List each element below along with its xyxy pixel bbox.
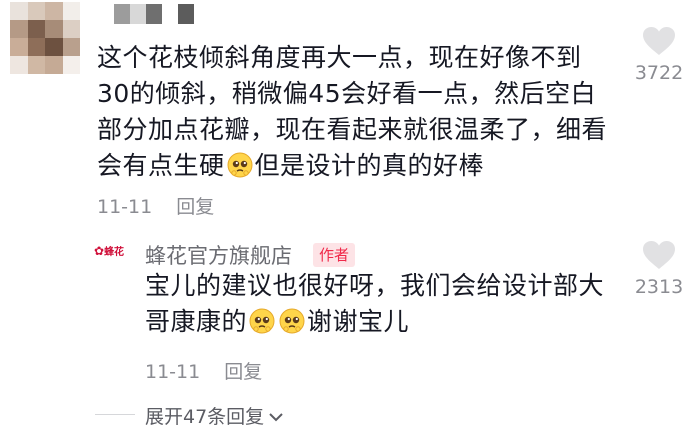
comment-1-date: 11-11 — [97, 196, 153, 218]
brand-avatar-logo[interactable]: ✿蜂花 — [94, 243, 132, 263]
comment-2-line-2-start: 哥康康的 — [145, 307, 248, 336]
brand-logo-text: 蜂花 — [104, 247, 125, 258]
pleading-face-emoji-icon — [249, 308, 275, 334]
expand-replies-button[interactable]: 展开47条回复 — [145, 402, 284, 429]
comment-2-date: 11-11 — [145, 361, 201, 383]
pleading-face-emoji-icon — [227, 152, 253, 178]
comment-2-line-2-end: 谢谢宝儿 — [307, 307, 410, 336]
avatar-pixelated[interactable] — [10, 2, 80, 74]
comment-1-line-4: 会有点生硬 但是设计的真的好棒 — [97, 148, 617, 184]
reply-author-name[interactable]: 蜂花官方旗舰店 — [145, 240, 292, 270]
heart-icon — [643, 27, 675, 55]
author-badge: 作者 — [313, 243, 356, 267]
comment-1-line-4-start: 会有点生硬 — [97, 151, 225, 180]
comment-1-line-3: 部分加点花瓣，现在看起来就很温柔了，细看 — [97, 115, 608, 144]
username-pixelated[interactable] — [98, 4, 194, 24]
comment-2-line-2: 哥康康的 谢谢宝儿 — [145, 304, 615, 340]
comment-1-like-count: 3722 — [634, 62, 684, 84]
comment-2-reply-button[interactable]: 回复 — [224, 361, 262, 383]
comment-1-meta: 11-11 回复 — [97, 192, 214, 219]
comment-2-like-count: 2313 — [634, 276, 684, 298]
chevron-down-icon — [268, 406, 284, 428]
comment-1-line-1: 这个花枝倾斜角度再大一点，现在好像不到 — [97, 43, 582, 72]
comment-1-reply-button[interactable]: 回复 — [176, 196, 214, 218]
expand-divider — [95, 414, 135, 415]
expand-replies-label: 展开47条回复 — [145, 406, 265, 428]
comment-1-text: 这个花枝倾斜角度再大一点，现在好像不到 30的倾斜，稍微偏45会好看一点，然后空… — [97, 40, 617, 184]
comment-2-line-1: 宝儿的建议也很好呀，我们会给设计部大 — [145, 271, 605, 300]
pleading-face-emoji-icon — [279, 308, 305, 334]
comment-1-line-2: 30的倾斜，稍微偏45会好看一点，然后空白 — [97, 79, 597, 108]
comment-1-line-4-end: 但是设计的真的好棒 — [254, 151, 485, 180]
comment-2-text: 宝儿的建议也很好呀，我们会给设计部大 哥康康的 谢谢宝儿 — [145, 268, 615, 340]
heart-icon — [643, 241, 675, 269]
comment-2-like-button[interactable]: 2313 — [624, 240, 694, 298]
comment-2-meta: 11-11 回复 — [145, 357, 262, 384]
comment-1-like-button[interactable]: 3722 — [624, 26, 694, 84]
